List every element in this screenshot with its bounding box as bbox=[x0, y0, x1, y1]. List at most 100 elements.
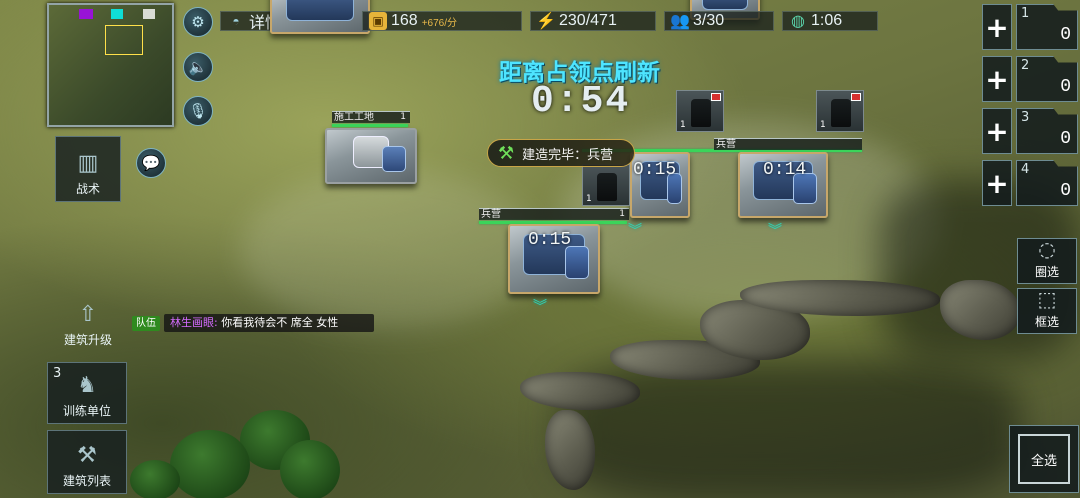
minimap-base-marker bbox=[79, 9, 93, 19]
chat-bubble-icon: 💬 bbox=[141, 154, 161, 172]
building-list-button[interactable]: ⚒ 建筑列表 bbox=[47, 430, 127, 494]
rock-ridge bbox=[520, 372, 640, 410]
tree bbox=[130, 460, 180, 498]
plus-icon: + bbox=[985, 114, 1009, 148]
voice-button[interactable]: 🎙 bbox=[183, 96, 213, 126]
slot-count: 0 bbox=[1060, 181, 1071, 201]
building-name: 兵营 bbox=[716, 139, 736, 150]
slot-index: 4 bbox=[1021, 162, 1030, 177]
slot-index: 1 bbox=[1021, 6, 1030, 21]
building-label: 兵营 1 bbox=[479, 208, 629, 220]
crane-icon: ⚒ bbox=[498, 142, 515, 164]
plus-icon: + bbox=[985, 10, 1009, 44]
unit-group-slot[interactable]: 3 0 bbox=[1016, 108, 1078, 154]
queue-add-button[interactable]: + bbox=[982, 108, 1012, 154]
building-timer: 0:15 bbox=[528, 230, 572, 250]
population-amount: 3/30 bbox=[693, 12, 725, 29]
lasso-label: 圈选 bbox=[1034, 265, 1059, 279]
tactics-label: 战术 bbox=[75, 182, 100, 196]
slot-count: 0 bbox=[1060, 25, 1071, 45]
plus-icon: + bbox=[985, 62, 1009, 96]
helmet-icon: ◓ bbox=[232, 14, 240, 28]
unit-group-slot[interactable]: 1 0 bbox=[1016, 4, 1078, 50]
slot-index: 2 bbox=[1021, 58, 1030, 73]
building-name: 施工工地 bbox=[334, 112, 374, 123]
gold-amount: 168 bbox=[391, 12, 418, 29]
select-all-button[interactable]: 全选 bbox=[1009, 425, 1079, 493]
gold-resource: ▣ 168 +676/分 bbox=[362, 11, 522, 31]
gear-icon: ⚙ bbox=[191, 13, 205, 31]
box-select-icon: ⬚ bbox=[1037, 287, 1057, 311]
unit-queue-card[interactable]: 1 bbox=[816, 90, 864, 132]
tactics-icon: ▥ bbox=[77, 151, 99, 176]
remove-icon[interactable] bbox=[851, 93, 861, 101]
chat-button[interactable]: 💬 bbox=[136, 148, 166, 178]
building-level: 1 bbox=[619, 209, 625, 219]
building-level: 1 bbox=[400, 112, 406, 122]
building-name: 兵营 bbox=[481, 209, 501, 220]
lasso-select-button[interactable]: ◌ 圈选 bbox=[1017, 237, 1077, 284]
slot-count: 0 bbox=[1060, 129, 1071, 149]
gold-rate: +676/分 bbox=[421, 17, 458, 29]
building-hp-bar bbox=[332, 124, 408, 127]
train-units-label: 训练单位 bbox=[62, 404, 111, 418]
energy-amount: 230/471 bbox=[559, 12, 617, 29]
remove-icon[interactable] bbox=[711, 93, 721, 101]
building-timer: 0:15 bbox=[633, 160, 677, 180]
plus-icon: + bbox=[985, 166, 1009, 200]
population-icon: 👥 bbox=[670, 13, 690, 30]
unit-group-slot[interactable]: 2 0 bbox=[1016, 56, 1078, 102]
sound-button[interactable]: 🔈 bbox=[183, 52, 213, 82]
building-label: 兵营 bbox=[714, 138, 862, 150]
microphone-icon: 🎙 bbox=[188, 102, 208, 120]
construction-site-building[interactable] bbox=[325, 128, 417, 184]
game-timer: ◍ 1:06 bbox=[782, 11, 878, 31]
chat-sender: 林生画眼: bbox=[170, 316, 218, 329]
population-resource: 👥 3/30 bbox=[664, 11, 774, 31]
rock-ridge bbox=[545, 410, 595, 490]
minimap-base-marker bbox=[111, 9, 123, 19]
speaker-icon: 🔈 bbox=[188, 58, 208, 76]
train-units-button[interactable]: 3 ♞ 训练单位 bbox=[47, 362, 127, 424]
queue-add-button[interactable]: + bbox=[982, 56, 1012, 102]
minimap-viewport bbox=[105, 25, 143, 55]
queue-add-button[interactable]: + bbox=[982, 160, 1012, 206]
crane-icon: ⚒ bbox=[77, 443, 97, 468]
chat-text: 你看我待会不 席全 女性 bbox=[221, 316, 339, 329]
building-upgrade-button[interactable]: ⇧ 建筑升级 bbox=[52, 302, 124, 352]
tactics-button[interactable]: ▥ 战术 bbox=[55, 136, 121, 202]
rally-chevron-icon: ︾ bbox=[628, 223, 642, 239]
unit-count: 1 bbox=[680, 120, 686, 130]
building-upgrade-label: 建筑升级 bbox=[63, 333, 112, 347]
chat-channel-tag: 队伍 bbox=[132, 315, 160, 331]
energy-resource: ⚡ 230/471 bbox=[530, 11, 656, 31]
tree bbox=[170, 430, 250, 498]
building-list-label: 建筑列表 bbox=[62, 474, 111, 488]
settings-button[interactable]: ⚙ bbox=[183, 7, 213, 37]
soldier-icon: ♞ bbox=[77, 373, 97, 398]
box-select-button[interactable]: ⬚ 框选 bbox=[1017, 287, 1077, 334]
minimap[interactable] bbox=[47, 3, 174, 127]
chat-message-body: 林生画眼: 你看我待会不 席全 女性 bbox=[164, 314, 374, 332]
game-time: 1:06 bbox=[811, 12, 843, 29]
lightning-icon: ⚡ bbox=[536, 13, 556, 30]
unit-group-slot[interactable]: 4 0 bbox=[1016, 160, 1078, 206]
rally-chevron-icon: ︾ bbox=[768, 223, 782, 239]
rally-chevron-icon: ︾ bbox=[533, 299, 547, 315]
slot-count: 0 bbox=[1060, 77, 1071, 97]
fog-patch bbox=[240, 170, 540, 330]
globe-icon: ◍ bbox=[791, 13, 805, 30]
gold-cube-icon: ▣ bbox=[369, 12, 387, 30]
capture-point-timer: 0:54 bbox=[531, 80, 631, 123]
chat-message: 队伍 林生画眼: 你看我待会不 席全 女性 bbox=[132, 314, 374, 332]
unit-queue-card[interactable]: 1 bbox=[676, 90, 724, 132]
unit-count: 1 bbox=[820, 120, 826, 130]
select-all-label: 全选 bbox=[1030, 453, 1057, 469]
tree bbox=[280, 440, 340, 498]
unit-queue-card[interactable]: 1 bbox=[582, 164, 630, 206]
command-center-building[interactable] bbox=[270, 0, 370, 34]
queue-add-button[interactable]: + bbox=[982, 4, 1012, 50]
minimap-base-marker bbox=[143, 9, 155, 19]
upgrade-arrow-icon: ⇧ bbox=[78, 302, 98, 327]
build-complete-toast: ⚒ 建造完毕：兵营 bbox=[487, 139, 635, 167]
